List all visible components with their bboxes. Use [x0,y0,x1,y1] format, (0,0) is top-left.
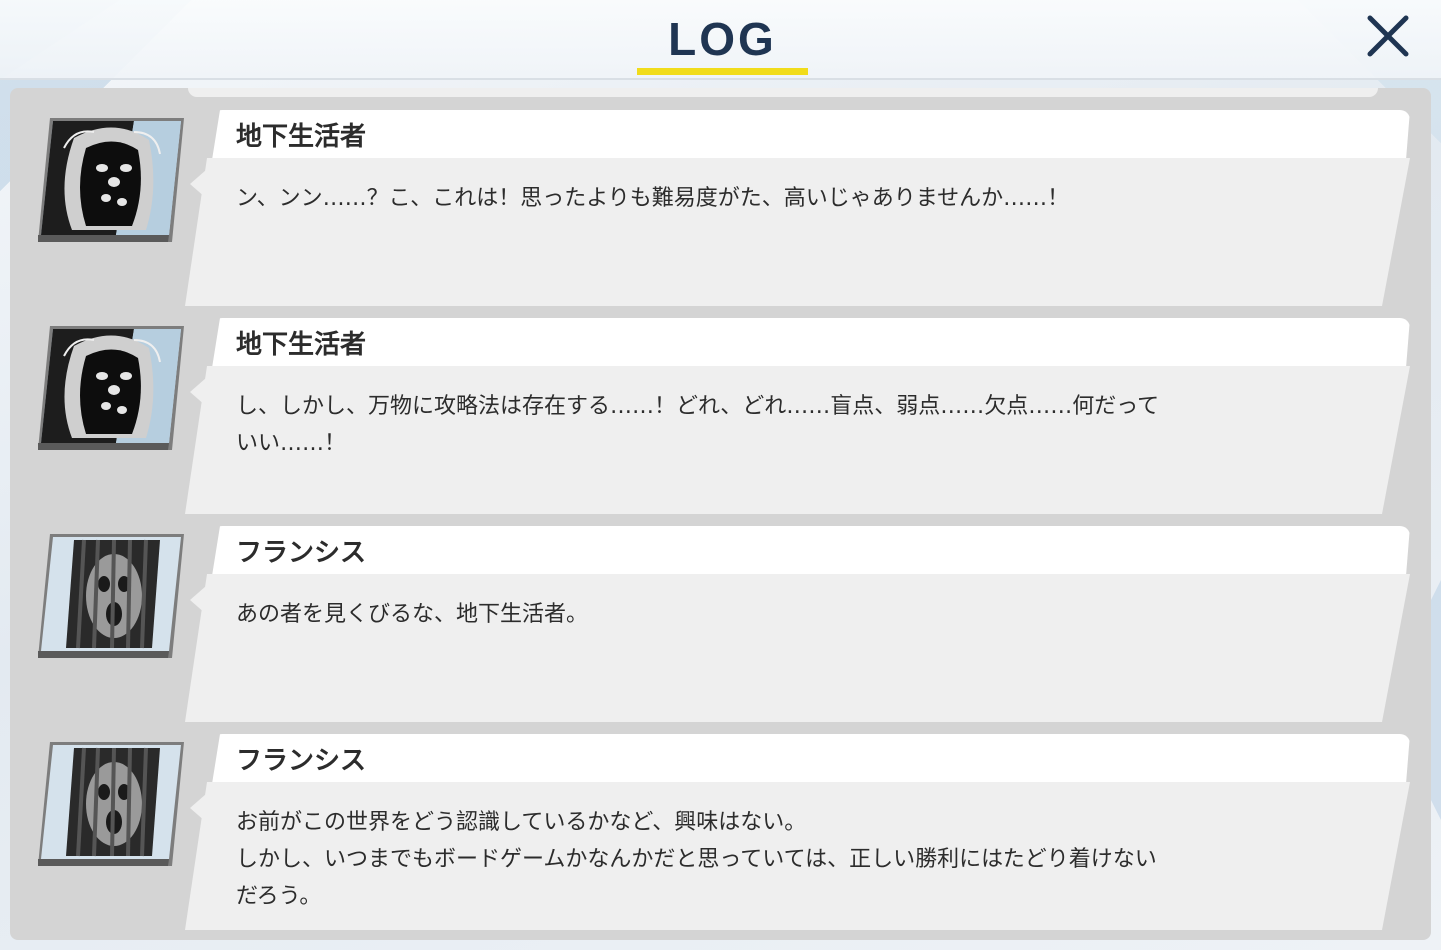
speaker-name-tab [212,318,1410,368]
bubble-pointer [190,378,206,406]
bubble-pointer [190,170,206,198]
message-text: あの者を見くびるな、地下生活者。 [236,602,589,627]
log-entry: フランシス お前がこの世界をどう認識しているかなど、興味はない。 しかし、いつま… [10,712,1431,912]
bubble-pointer [190,794,206,822]
speaker-name: フランシス [236,538,367,568]
speaker-name: フランシス [236,746,367,776]
portrait-caged-face[interactable] [34,742,184,866]
speaker-name-tab [212,526,1410,576]
message-text: お前がこの世界をどう認識しているかなど、興味はない。 しかし、いつまでもボードゲ… [236,810,1157,909]
close-button[interactable] [1362,10,1414,62]
log-title: LOG [668,13,777,65]
caged-face-portrait-icon [38,534,184,658]
title-underline [637,68,808,75]
log-header: LOG [0,0,1441,80]
portrait-caged-face[interactable] [34,534,184,658]
log-entry: 地下生活者 し、しかし、万物に攻略法は存在する……！どれ、どれ……盲点、弱点……… [10,296,1431,496]
speaker-name: 地下生活者 [236,122,367,152]
masked-figure-portrait-icon [38,118,184,242]
speaker-name: 地下生活者 [236,330,367,360]
bubble-pointer [190,586,206,614]
message-text: ン、ンン……？こ、これは！思ったよりも難易度がた、高いじゃありませんか……！ [236,186,1070,211]
log-entry: 地下生活者 ン、ンン……？こ、これは！思ったよりも難易度がた、高いじゃありません… [10,88,1431,288]
portrait-masked-figure[interactable] [34,118,184,242]
log-list[interactable]: 地下生活者 ン、ンン……？こ、これは！思ったよりも難易度がた、高いじゃありません… [10,88,1431,940]
speaker-name-tab [212,110,1410,160]
log-entry: フランシス あの者を見くびるな、地下生活者。 [10,504,1431,704]
caged-face-portrait-icon [38,742,184,866]
message-text: し、しかし、万物に攻略法は存在する……！どれ、どれ……盲点、弱点……欠点……何だ… [236,394,1160,456]
speaker-name-tab [212,734,1410,784]
masked-figure-portrait-icon [38,326,184,450]
close-icon [1367,15,1409,57]
portrait-masked-figure[interactable] [34,326,184,450]
